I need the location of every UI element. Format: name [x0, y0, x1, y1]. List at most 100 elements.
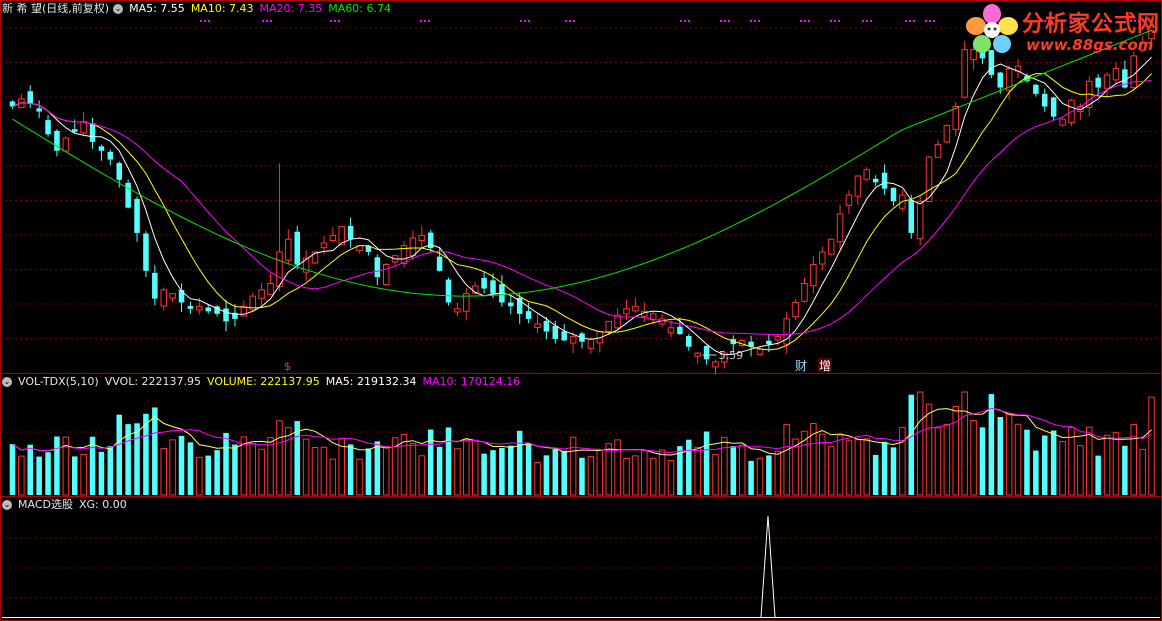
candle-body [686, 335, 692, 347]
volume-bar [1033, 450, 1039, 495]
volume-bar [374, 441, 381, 495]
candle-body [329, 234, 337, 242]
candle-body [409, 237, 417, 257]
xg-readout: XG: 0.00 [78, 498, 127, 511]
candle-body [810, 264, 817, 287]
volume-bar [463, 439, 470, 496]
volume-bar [240, 436, 248, 496]
dropdown-icon[interactable]: ⌄ [2, 377, 12, 387]
volume-bar [427, 429, 434, 495]
volume-bar [1005, 413, 1013, 496]
volume-bar [1024, 429, 1030, 495]
volume-bar [223, 432, 229, 495]
volume-bar [766, 455, 772, 495]
candle-body [908, 200, 915, 233]
candle-body [587, 338, 595, 349]
candle-body [1059, 118, 1066, 126]
candle-body [267, 283, 274, 296]
candle-body [694, 352, 701, 357]
volume-bar [863, 438, 871, 496]
candle-body [160, 289, 167, 307]
candle-body [854, 175, 862, 197]
volume-bar [409, 442, 417, 496]
signal-dot [573, 20, 575, 22]
candle-body [320, 242, 328, 249]
ma60-readout: MA60: 6.74 [328, 2, 391, 15]
volume-bar [516, 430, 523, 495]
candle-body [836, 213, 844, 243]
volume-bar [1103, 434, 1111, 496]
candle-body [436, 256, 443, 271]
candle-body [534, 323, 541, 328]
candle-body [258, 289, 265, 299]
candle-body [285, 238, 292, 261]
volume-bar [738, 444, 746, 496]
volume-bar [623, 458, 630, 496]
volume-bar [285, 427, 292, 496]
signal-dot [758, 20, 760, 22]
candle-body [27, 91, 34, 104]
zeng-marker: 增 [819, 359, 831, 373]
candle-body [943, 124, 951, 143]
volume-bar [854, 439, 862, 496]
candle-body [382, 264, 390, 286]
candle-body [632, 305, 639, 312]
dropdown-icon[interactable]: ⌄ [113, 4, 124, 14]
candle-body [916, 200, 924, 240]
dropdown-icon[interactable]: ⌄ [2, 500, 12, 510]
vol-ma10-readout: MA10: 170124.16 [422, 375, 521, 388]
volume-bar [925, 403, 933, 496]
xg-signal-spike [760, 515, 776, 618]
candle-body [561, 331, 567, 341]
volume-bar [356, 458, 363, 496]
volume-bar [543, 455, 550, 495]
s-marker: $ [284, 360, 291, 373]
volume-bar [71, 456, 78, 495]
signal-dot [688, 20, 690, 22]
volume-bar [258, 448, 265, 496]
volume-bar [649, 457, 657, 496]
logo-url: www.88gs.com [1026, 36, 1154, 54]
candle-body [490, 280, 496, 294]
volume-bar [490, 450, 496, 495]
candle-body [196, 305, 203, 311]
volume-bar [481, 453, 487, 495]
volume-bar [783, 423, 790, 496]
signal-dot [808, 20, 810, 22]
volume-bar [890, 447, 897, 495]
candle-body [276, 251, 283, 287]
candle-body [116, 163, 122, 180]
signal-dot [204, 20, 206, 22]
volume-bar [1122, 445, 1128, 495]
signal-dot [862, 20, 864, 22]
volume-bar [872, 454, 879, 495]
volume-bar [382, 446, 390, 496]
volume-bar [881, 441, 888, 495]
candle-body [819, 251, 826, 265]
volume-bar [658, 449, 666, 496]
volume-bar [329, 458, 337, 496]
volume-bar [569, 436, 577, 496]
signal-dot [913, 20, 915, 22]
volume-bar [721, 436, 728, 496]
signal-dot [334, 20, 336, 22]
volume-bar [561, 450, 567, 495]
volume-bar [18, 455, 25, 496]
volume-bar [499, 447, 505, 495]
volume-bar [1077, 445, 1084, 496]
ma10-line [12, 73, 1152, 351]
flower-logo-icon [966, 4, 1018, 53]
volume-bar [1095, 455, 1101, 495]
signal-dot [834, 20, 836, 22]
volume-bar [36, 456, 42, 495]
volume-bar [267, 436, 274, 496]
volume-bar [979, 427, 986, 495]
volume-bar [436, 446, 443, 495]
signal-dot [866, 20, 868, 22]
signal-dot [754, 20, 756, 22]
candle-body [205, 307, 211, 312]
ma5-line [12, 56, 1152, 356]
volume-bar [205, 455, 211, 495]
signal-dot [428, 20, 430, 22]
signal-dot [420, 20, 422, 22]
